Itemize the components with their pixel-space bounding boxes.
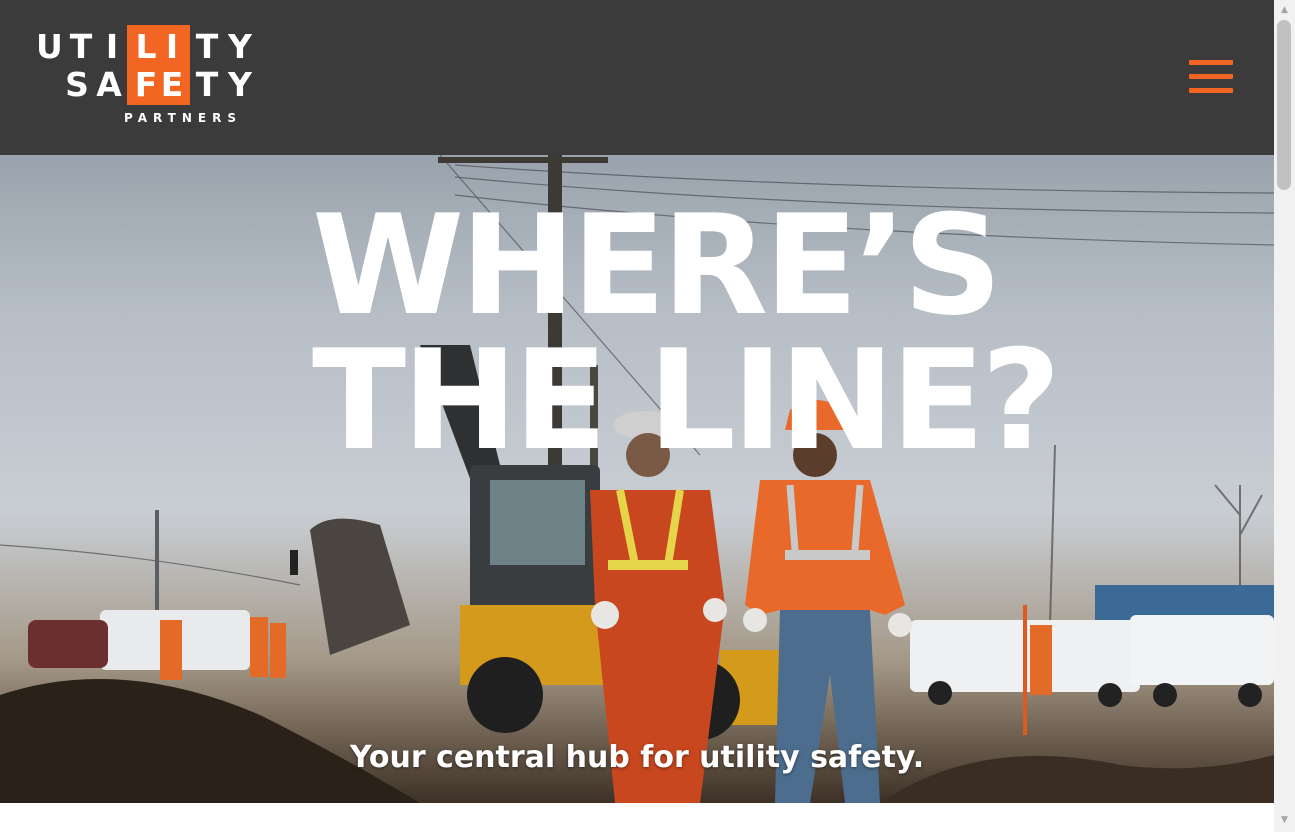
logo-letter: F <box>134 65 158 104</box>
site-header: U T I L I T Y S A F E T Y PARTNERS <box>0 0 1274 155</box>
logo-letter: Y <box>228 27 252 66</box>
scroll-thumb[interactable] <box>1277 20 1291 190</box>
logo-letter: T <box>69 27 93 66</box>
logo-partners-text: PARTNERS <box>124 111 242 125</box>
page: U T I L I T Y S A F E T Y PARTNERS WHERE… <box>0 0 1295 832</box>
logo-letter: E <box>160 65 184 104</box>
scroll-down-arrow-icon[interactable]: ▼ <box>1274 812 1295 829</box>
logo-letter: A <box>96 65 122 104</box>
hero-headline-line1: WHERE’S <box>312 185 1002 346</box>
logo-letter: I <box>165 27 179 66</box>
logo-letter: T <box>195 27 219 66</box>
logo-letter: Y <box>228 65 252 104</box>
hero-headline-line2: THE LINE? <box>312 320 1061 481</box>
utility-safety-partners-logo[interactable]: U T I L I T Y S A F E T Y PARTNERS <box>36 25 256 127</box>
hero-tagline: Your central hub for utility safety. <box>349 740 925 775</box>
logo-letter: S <box>65 65 89 104</box>
hamburger-menu-icon <box>1189 74 1233 79</box>
hero-banner: WHERE’S THE LINE? Your central hub for u… <box>0 155 1274 803</box>
logo-letter: L <box>135 27 157 66</box>
scroll-up-arrow-icon[interactable]: ▲ <box>1274 2 1295 19</box>
hamburger-menu-icon <box>1189 60 1233 65</box>
logo-letter: I <box>105 27 119 66</box>
hamburger-menu-icon <box>1189 88 1233 93</box>
menu-button[interactable] <box>1187 58 1235 96</box>
logo-letter: U <box>36 27 63 66</box>
vertical-scrollbar[interactable]: ▲ ▼ <box>1274 0 1295 832</box>
logo-letter: T <box>195 65 219 104</box>
